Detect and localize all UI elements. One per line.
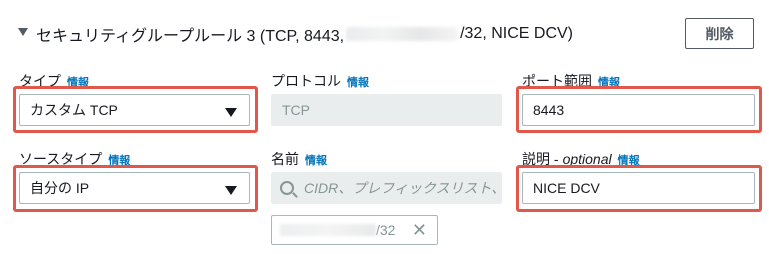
dropdown-arrow-icon (225, 108, 237, 117)
port-range-value: 8443 (533, 102, 565, 118)
rule-title: セキュリティグループルール 3 (TCP, 8443, /32, NICE DC… (36, 22, 573, 46)
caret-down-icon[interactable] (18, 28, 28, 36)
rule-title-suffix: /32, NICE DCV) (460, 25, 573, 42)
type-select[interactable]: カスタム TCP (19, 94, 250, 126)
delete-button[interactable]: 削除 (685, 18, 754, 49)
source-search-input[interactable]: CIDR、プレフィックスリスト、 (271, 172, 502, 204)
source-type-value: 自分の IP (30, 180, 90, 196)
close-icon[interactable]: ✕ (412, 220, 427, 241)
name-label: 名前 情報 (271, 149, 327, 169)
description-value: NICE DCV (533, 180, 600, 196)
protocol-field: TCP (271, 94, 502, 126)
rule-title-prefix: セキュリティグループルール 3 (TCP, 8443, (36, 28, 345, 45)
port-range-input[interactable]: 8443 (522, 94, 755, 126)
source-type-select[interactable]: 自分の IP (19, 172, 250, 204)
type-select-value: カスタム TCP (30, 102, 118, 118)
search-icon (280, 181, 294, 195)
protocol-info-link[interactable]: 情報 (347, 74, 369, 90)
rule-header[interactable]: セキュリティグループルール 3 (TCP, 8443, /32, NICE DC… (18, 22, 573, 46)
redacted-ip-token (280, 224, 376, 236)
name-info-link[interactable]: 情報 (305, 152, 327, 168)
source-search-placeholder: CIDR、プレフィックスリスト、 (304, 180, 502, 196)
protocol-label: プロトコル 情報 (271, 71, 369, 91)
token-suffix: /32 (376, 222, 396, 238)
description-input[interactable]: NICE DCV (522, 172, 755, 204)
protocol-label-text: プロトコル (271, 73, 341, 89)
name-label-text: 名前 (271, 151, 299, 167)
redacted-ip (346, 27, 459, 41)
source-token: /32 ✕ (271, 215, 438, 245)
dropdown-arrow-icon (225, 186, 237, 195)
protocol-value: TCP (282, 102, 310, 118)
